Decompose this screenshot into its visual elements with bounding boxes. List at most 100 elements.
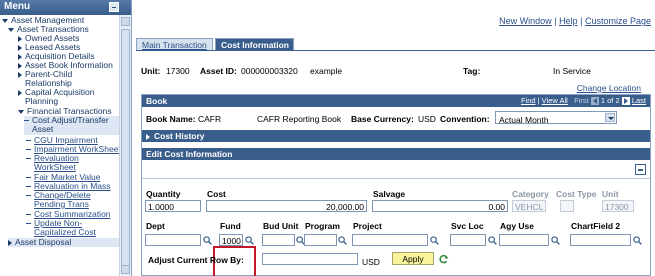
tab-main-transaction[interactable]: Main Transaction [136,38,213,50]
row-count: 1 of 2 [600,96,620,105]
last-link[interactable]: Last [632,96,646,105]
unit-column-field: 17300 [602,200,634,212]
view-all-link[interactable]: View All [542,96,568,105]
convention-dropdown[interactable]: Actual Month [495,111,617,125]
dept-label: Dept [146,221,165,231]
main-content: New Window | Help | Customize Page Main … [133,0,655,276]
collapsed-triangle-icon [18,53,22,60]
agy-use-label: Agy Use [500,221,535,231]
edit-cost-bar: Edit Cost Information [142,148,650,160]
divider [142,178,650,179]
change-location-link[interactable]: Change Location [577,83,641,93]
unit-label: Unit: [141,66,161,76]
find-link[interactable]: Find [521,96,536,105]
chartfield2-label: ChartField 2 [571,221,621,231]
next-arrow-icon[interactable] [621,97,630,106]
cost-type-field [560,200,574,212]
svc-loc-field[interactable] [450,234,486,246]
book-header-bar: Book Find | View All First 1 of 2 Last [142,95,650,107]
menu-item-pending-trans[interactable]: Pending Trans [34,200,89,209]
agy-use-field[interactable] [499,234,549,246]
minimize-menu-icon[interactable] [109,2,119,12]
quantity-field[interactable]: 1.0000 [145,200,201,212]
salvage-label: Salvage [373,189,406,199]
book-name-value: CAFR [198,114,222,124]
menu-scrollbar[interactable] [119,15,131,276]
collapsed-triangle-icon [18,89,22,96]
tab-cost-information[interactable]: Cost Information [215,38,294,50]
book-panel: Book Find | View All First 1 of 2 Last B… [141,94,651,276]
dept-field[interactable] [145,234,201,246]
dash-icon [26,186,31,188]
category-label: Category [512,189,549,199]
lookup-icon[interactable] [551,236,560,245]
menu-header: Menu [0,0,131,15]
cost-type-label: Cost Type [556,189,597,199]
book-details-row: Book Name: CAFR CAFR Reporting Book Base… [146,111,650,125]
menu-item-worksheet[interactable]: WorkSheet [34,163,76,172]
apply-button[interactable]: Apply [392,252,434,265]
bud-unit-field[interactable] [262,234,295,246]
collapsed-triangle-icon [18,44,22,51]
dash-icon [26,195,31,197]
lookup-icon[interactable] [488,236,497,245]
expanded-triangle-icon [8,27,14,32]
lookup-icon[interactable] [633,236,642,245]
delete-row-icon[interactable] [635,164,646,175]
help-link[interactable]: Help [559,16,578,26]
asset-status: In Service [553,66,591,76]
dash-icon [24,120,29,122]
book-title: Book [146,96,168,106]
lookup-icon[interactable] [245,236,254,245]
convention-label: Convention: [440,114,490,124]
collapsed-triangle-icon [18,71,22,78]
new-window-link[interactable]: New Window [499,16,552,26]
unit-value: 17300 [166,66,190,76]
tab-underline [136,50,655,51]
scroll-down-icon[interactable] [121,265,130,274]
scroll-up-icon[interactable] [121,17,130,26]
adjust-amount-field[interactable] [262,253,358,265]
asset-id-value: 000000003320 [241,66,298,76]
navigation-menu: Menu Asset Management Asset Transactions… [0,0,132,276]
book-nav: Find | View All First 1 of 2 Last [520,96,646,106]
dash-icon [26,223,31,225]
convention-value: Actual Month [499,115,549,125]
project-field[interactable] [352,234,428,246]
asset-description: example [310,66,343,76]
customize-page-link[interactable]: Customize Page [585,16,651,26]
cost-history-bar[interactable]: Cost History [142,130,650,142]
menu-item-planning[interactable]: Planning [25,97,58,106]
menu-item-capitalized-cost[interactable]: Capitalized Cost [34,228,96,237]
salvage-field[interactable]: 0.00 [372,200,508,212]
expanded-triangle-icon [18,109,24,114]
menu-item-asset-disposal[interactable]: Asset Disposal [8,238,120,247]
lookup-icon[interactable] [430,236,439,245]
chevron-down-icon[interactable] [605,113,615,122]
cost-field[interactable]: 20,000.00 [206,200,367,212]
svc-loc-label: Svc Loc [451,221,484,231]
chartfield2-field[interactable] [570,234,631,246]
cost-history-title: Cost History [154,131,205,141]
base-currency-value: USD [418,114,436,124]
program-label: Program [305,221,340,231]
cost-label: Cost [207,189,226,199]
fund-field[interactable]: 1000 [219,234,243,246]
expand-triangle-icon[interactable] [146,133,150,140]
dash-icon [26,149,31,151]
lookup-icon[interactable] [203,236,212,245]
project-label: Project [353,221,382,231]
expanded-triangle-icon [2,18,8,23]
scroll-thumb[interactable] [121,29,130,273]
collapsed-triangle-icon [18,35,22,42]
dash-icon [26,214,31,216]
menu-item-cost-adjust-transfer-selected[interactable]: Cost Adjust/Transfer Asset [24,116,120,135]
dash-icon [26,158,31,160]
lookup-icon[interactable] [338,236,347,245]
collapsed-triangle-icon [8,239,12,246]
tag-label: Tag: [463,66,481,76]
previous-arrow-icon[interactable] [590,97,599,106]
refresh-icon[interactable] [439,254,449,264]
program-field[interactable] [304,234,337,246]
fund-label: Fund [220,221,241,231]
